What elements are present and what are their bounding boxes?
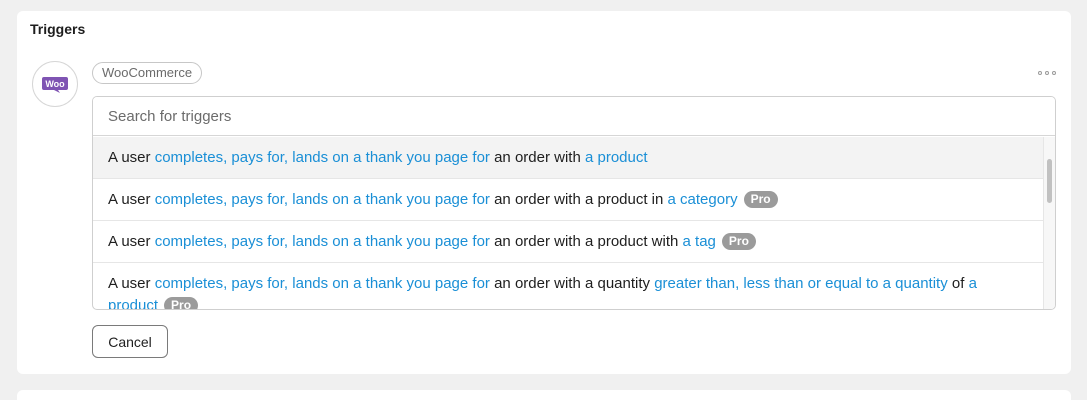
trigger-text: an order with a product in [489, 191, 668, 208]
list-scrollbar[interactable] [1043, 137, 1055, 309]
trigger-text: of [947, 275, 969, 292]
trigger-list: A user completes, pays for, lands on a t… [93, 137, 1043, 309]
trigger-token[interactable]: completes, pays for, lands on a thank yo… [155, 275, 490, 292]
pro-badge: Pro [743, 191, 778, 208]
trigger-token[interactable]: a tag [683, 233, 716, 250]
trigger-search-input[interactable] [93, 97, 1055, 136]
trigger-text: an order with a quantity [489, 275, 655, 292]
trigger-text: an order with [489, 149, 585, 166]
woocommerce-logo-icon: Woo [32, 61, 78, 107]
trigger-text: A user [108, 191, 155, 208]
trigger-text: A user [108, 275, 155, 292]
pro-badge: Pro [164, 297, 199, 309]
trigger-token[interactable]: completes, pays for, lands on a thank yo… [155, 191, 490, 208]
section-title: Triggers [30, 21, 86, 37]
woo-logo-icon: Woo [42, 76, 68, 93]
trigger-text: A user [108, 233, 155, 250]
trigger-token[interactable]: completes, pays for, lands on a thank yo… [155, 233, 490, 250]
trigger-token[interactable]: a product [585, 149, 648, 166]
trigger-token[interactable]: a category [668, 191, 738, 208]
logo-text: Woo [45, 79, 65, 89]
triggers-card: Triggers Woo WooCommerce A user complete… [17, 11, 1071, 374]
scrollbar-thumb[interactable] [1047, 159, 1052, 203]
more-horizontal-icon[interactable] [1038, 67, 1056, 79]
trigger-option[interactable]: A user completes, pays for, lands on a t… [93, 137, 1043, 179]
trigger-option[interactable]: A user completes, pays for, lands on a t… [93, 221, 1043, 263]
next-card-edge [17, 390, 1071, 400]
pro-badge: Pro [721, 233, 756, 250]
trigger-option[interactable]: A user completes, pays for, lands on a t… [93, 179, 1043, 221]
cancel-button[interactable]: Cancel [92, 325, 168, 358]
trigger-picker: A user completes, pays for, lands on a t… [92, 96, 1056, 310]
trigger-token[interactable]: completes, pays for, lands on a thank yo… [155, 149, 490, 166]
trigger-option[interactable]: A user completes, pays for, lands on a t… [93, 263, 1028, 309]
trigger-text: A user [108, 149, 155, 166]
integration-tag: WooCommerce [92, 62, 203, 84]
trigger-token[interactable]: greater than, less than or equal to a qu… [654, 275, 948, 292]
trigger-text: an order with a product with [489, 233, 683, 250]
